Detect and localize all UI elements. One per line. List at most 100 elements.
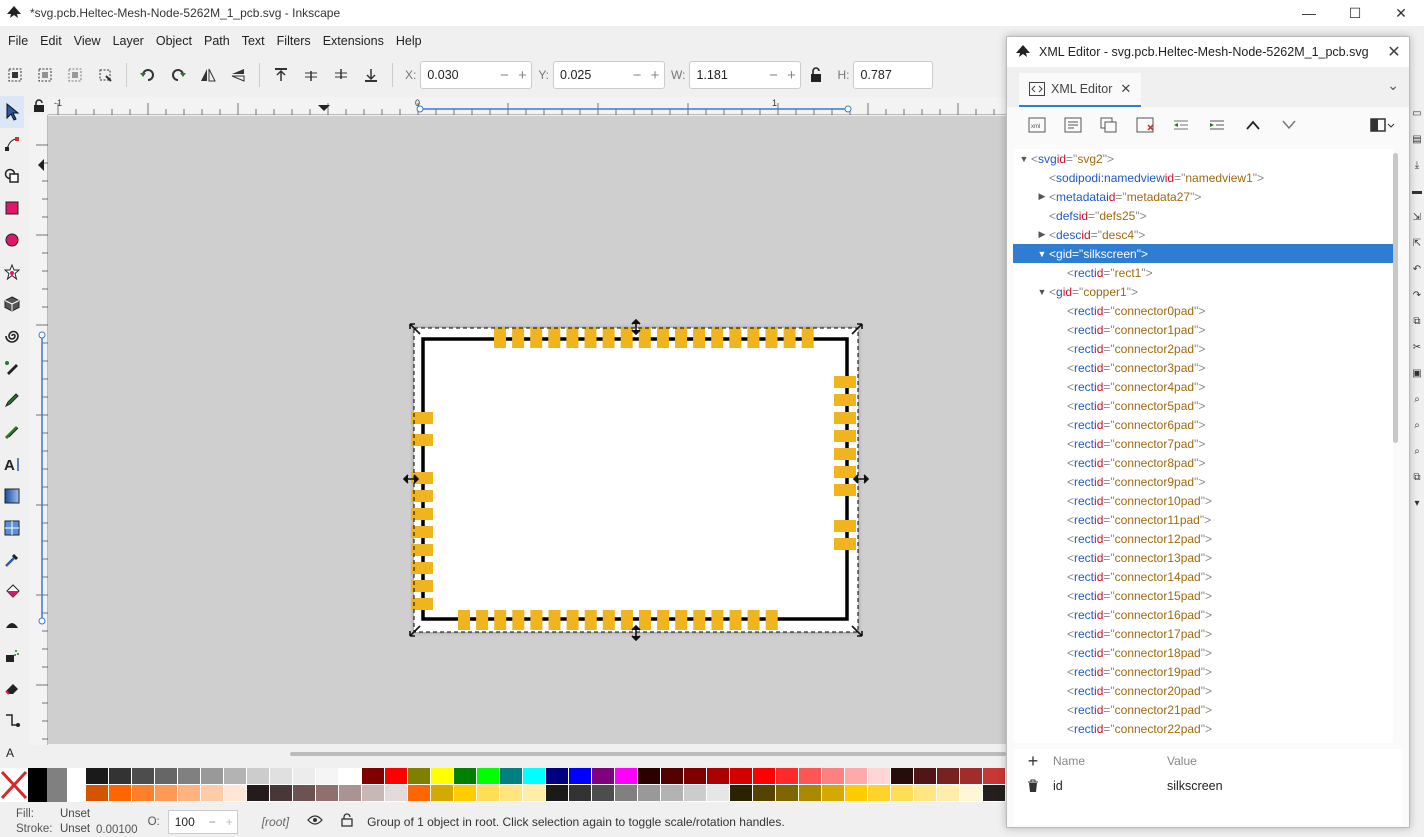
color-swatch[interactable] xyxy=(568,785,592,802)
color-swatch[interactable] xyxy=(936,768,960,785)
color-swatch[interactable] xyxy=(614,785,638,802)
color-swatch[interactable] xyxy=(844,785,868,802)
tree-scrollbar[interactable] xyxy=(1393,153,1398,443)
3d-box-tool[interactable] xyxy=(0,288,24,320)
color-swatch[interactable] xyxy=(315,768,339,785)
copper-pad[interactable] xyxy=(834,520,856,532)
copper-pad[interactable] xyxy=(584,328,597,348)
drawing-canvas[interactable] xyxy=(48,116,1006,744)
expanded-triangle-icon[interactable]: ▼ xyxy=(1035,249,1049,259)
attribute-row[interactable]: id silkscreen xyxy=(1013,773,1403,799)
copper-pad[interactable] xyxy=(620,610,633,630)
tab-close-icon[interactable]: ✕ xyxy=(1120,81,1131,97)
xml-tree-node[interactable]: < rect id =" connector16pad "> xyxy=(1013,605,1393,624)
color-swatch[interactable] xyxy=(315,785,339,802)
xml-tree-node[interactable]: < rect id =" connector14pad "> xyxy=(1013,567,1393,586)
minimize-button[interactable]: — xyxy=(1286,0,1332,26)
copper-pad[interactable] xyxy=(620,328,633,348)
opacity-increment-button[interactable]: + xyxy=(226,815,233,829)
text-tool[interactable]: A xyxy=(0,448,24,480)
new-text-node-icon[interactable] xyxy=(1055,113,1091,137)
color-swatch[interactable] xyxy=(522,785,546,802)
copper-pad[interactable] xyxy=(747,328,760,348)
color-swatch[interactable] xyxy=(85,768,109,785)
pen-tool[interactable] xyxy=(0,352,24,384)
color-swatch[interactable] xyxy=(361,768,385,785)
color-swatch[interactable] xyxy=(867,768,891,785)
copper-pad[interactable] xyxy=(747,610,760,630)
xml-tree-node[interactable]: < rect id =" connector19pad "> xyxy=(1013,662,1393,681)
dropper-tool[interactable] xyxy=(0,544,24,576)
color-swatch[interactable] xyxy=(890,768,914,785)
copper-pad[interactable] xyxy=(675,328,687,348)
color-swatch[interactable] xyxy=(982,785,1006,802)
fill-stroke-indicator[interactable]: Fill: Unset Stroke: Unset xyxy=(0,807,100,837)
menu-extensions[interactable]: Extensions xyxy=(317,34,390,48)
copper-pad[interactable] xyxy=(512,610,525,630)
swatch-black[interactable] xyxy=(28,768,48,802)
dialog-close-button[interactable]: ✕ xyxy=(1379,42,1409,62)
copper-pad[interactable] xyxy=(584,610,597,630)
chevron-down-icon[interactable]: ⌄ xyxy=(1387,77,1399,94)
color-swatch[interactable] xyxy=(361,785,385,802)
color-swatch[interactable] xyxy=(223,785,247,802)
cmd-open-icon[interactable]: ▤ xyxy=(1410,126,1424,152)
cmd-zoom-drawing-icon[interactable]: ⌕ xyxy=(1410,412,1424,438)
paint-bucket-tool[interactable] xyxy=(0,576,24,608)
dialog-titlebar[interactable]: XML Editor - svg.pcb.Heltec-Mesh-Node-52… xyxy=(1007,37,1409,67)
x-increment-button[interactable]: + xyxy=(513,67,531,84)
copper-pad[interactable] xyxy=(566,610,579,630)
xml-tree-node[interactable]: < rect id =" connector7pad "> xyxy=(1013,434,1393,453)
rotate-cw-icon[interactable] xyxy=(167,64,189,86)
cmd-export-icon[interactable]: ⇱ xyxy=(1410,230,1424,256)
lower-to-bottom-icon[interactable] xyxy=(360,64,382,86)
copper-pad[interactable] xyxy=(834,394,856,406)
swatch-grid[interactable] xyxy=(85,768,1006,804)
indent-node-icon[interactable] xyxy=(1199,113,1235,137)
pcb-artwork[interactable] xyxy=(48,116,1006,744)
color-swatch[interactable] xyxy=(959,768,983,785)
stroke-width-value[interactable]: 0.00100 xyxy=(96,824,138,836)
color-swatch[interactable] xyxy=(430,768,454,785)
cmd-paste-icon[interactable]: ▣ xyxy=(1410,360,1424,386)
color-swatch[interactable] xyxy=(936,785,960,802)
copper-pad[interactable] xyxy=(458,610,470,630)
copper-pad[interactable] xyxy=(530,328,543,348)
copper-pad[interactable] xyxy=(566,328,579,348)
cmd-cut-icon[interactable]: ✂ xyxy=(1410,334,1424,360)
xml-tree-node[interactable]: < rect id =" connector12pad "> xyxy=(1013,529,1393,548)
new-element-node-icon[interactable]: xml xyxy=(1019,113,1055,137)
lock-ratio-icon[interactable] xyxy=(805,64,827,86)
copper-pad[interactable] xyxy=(548,610,561,630)
cmd-duplicate-icon[interactable]: ⧉ xyxy=(1410,464,1424,490)
color-swatch[interactable] xyxy=(177,785,201,802)
ellipse-tool[interactable] xyxy=(0,224,24,256)
layout-menu-icon[interactable] xyxy=(1365,113,1401,137)
copper-pad[interactable] xyxy=(602,610,615,630)
copper-pad[interactable] xyxy=(834,412,856,424)
color-swatch[interactable] xyxy=(637,768,661,785)
maximize-button[interactable]: ☐ xyxy=(1332,0,1378,26)
color-swatch[interactable] xyxy=(683,768,707,785)
color-swatch[interactable] xyxy=(683,785,707,802)
color-swatch[interactable] xyxy=(131,768,155,785)
collapsed-triangle-icon[interactable]: ▶ xyxy=(1035,229,1049,240)
lower-node-icon[interactable] xyxy=(1271,113,1307,137)
swatch-white[interactable] xyxy=(66,768,86,802)
horizontal-ruler[interactable]: -1 0 1 xyxy=(48,97,1006,115)
color-swatch[interactable] xyxy=(867,785,891,802)
color-swatch[interactable] xyxy=(476,768,500,785)
color-swatch[interactable] xyxy=(407,768,431,785)
flip-horizontal-icon[interactable] xyxy=(197,64,219,86)
selector-tool[interactable] xyxy=(0,96,24,128)
copper-pad[interactable] xyxy=(801,328,814,348)
copper-pad[interactable] xyxy=(639,610,651,630)
copper-pad[interactable] xyxy=(693,328,706,348)
tab-xml-editor[interactable]: XML Editor ✕ xyxy=(1019,73,1142,107)
vertical-ruler[interactable] xyxy=(30,115,48,745)
add-attribute-icon[interactable]: + xyxy=(1013,751,1053,772)
menu-edit[interactable]: Edit xyxy=(34,34,68,48)
xml-tree-node[interactable]: ▼ < g id =" copper1 "> xyxy=(1013,282,1393,301)
horizontal-scrollbar[interactable] xyxy=(290,752,1006,756)
color-swatch[interactable] xyxy=(959,785,983,802)
